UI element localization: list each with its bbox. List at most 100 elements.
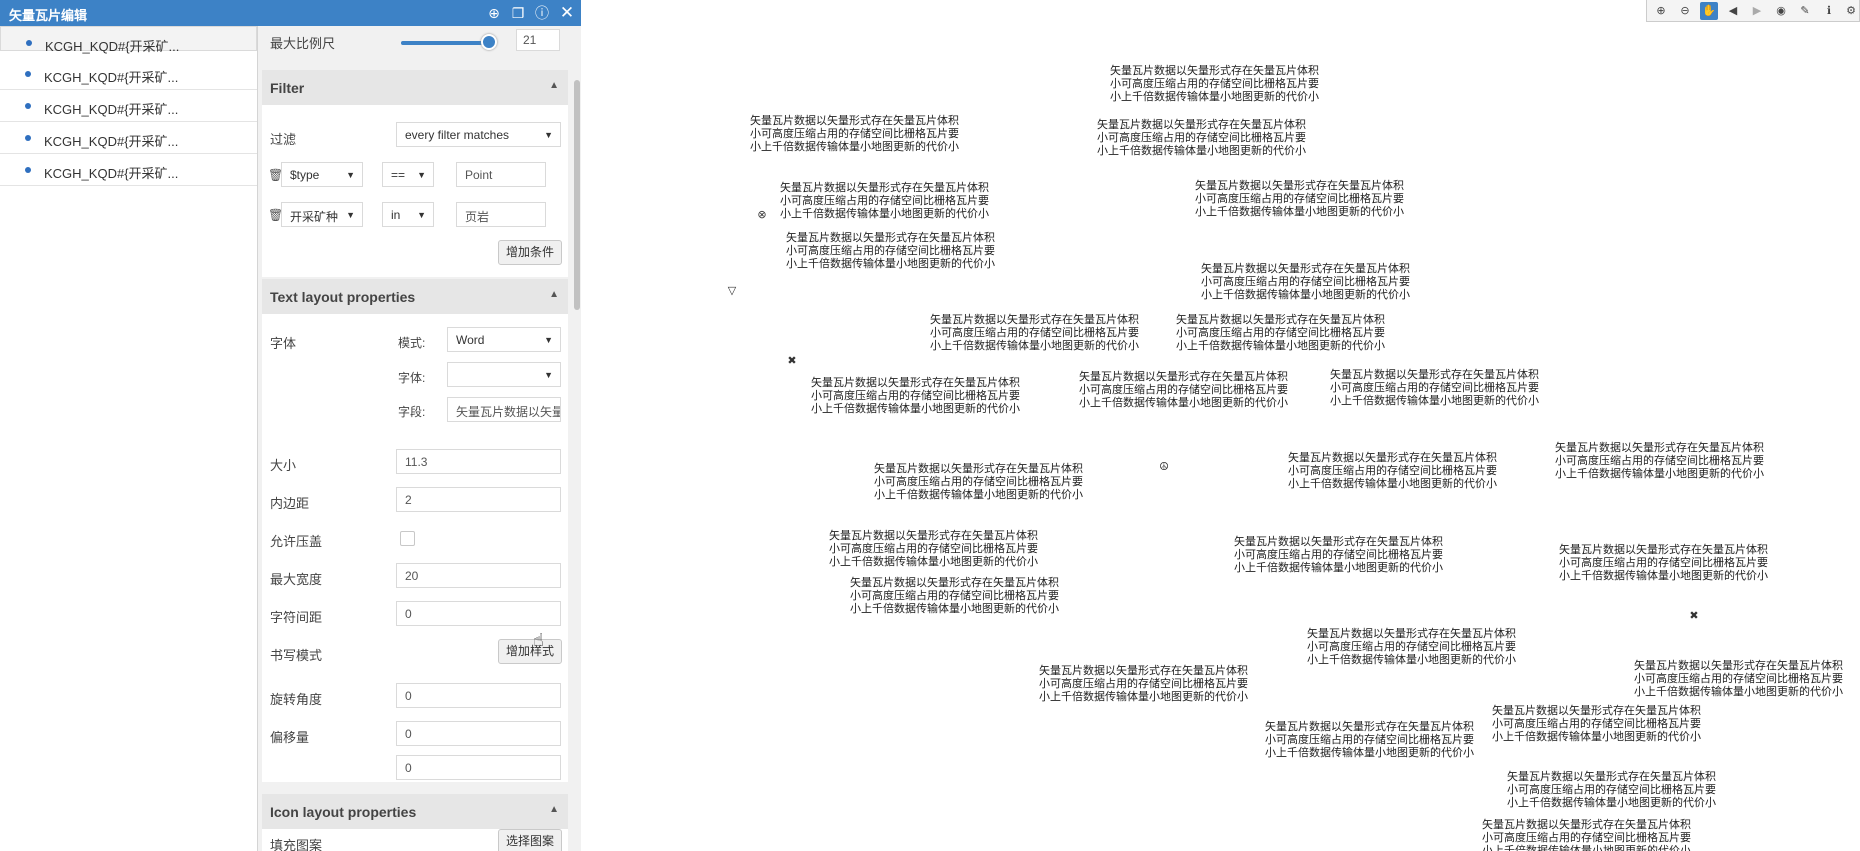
text-layout-section-body: 字体 模式: Word ▼ 字体: ▼ 字段: 矢量瓦片数据以矢量形 大小 11.… <box>262 314 568 782</box>
map-text-label-line: 小上千倍数据传输体量小地图更新的代价小 <box>1307 653 1516 666</box>
map-text-label-line: 小上千倍数据传输体量小地图更新的代价小 <box>811 402 1020 415</box>
map-text-label: 矢量瓦片数据以矢量形式存在矢量瓦片体积 小可高度压缩占用的存储空间比栅格瓦片要 小上… <box>1634 659 1843 698</box>
info-icon[interactable]: ⓘ <box>533 4 551 22</box>
font-mode-value: Word <box>456 333 485 347</box>
layer-item[interactable]: KCGH_KQD#{开采矿... <box>0 154 257 186</box>
map-text-label-line: 小可高度压缩占用的存储空间比栅格瓦片要 <box>930 326 1139 339</box>
add-condition-button[interactable]: 增加条件 <box>498 240 562 265</box>
info-icon[interactable]: ℹ <box>1820 2 1838 20</box>
map-text-label-line: 小可高度压缩占用的存储空间比栅格瓦片要 <box>1330 381 1539 394</box>
back-icon[interactable]: ◀ <box>1724 2 1742 20</box>
font-mode-select[interactable]: Word ▼ <box>447 327 561 352</box>
map-canvas[interactable]: ⊕ ⊖ ✋ ◀ ▶ ◉ ✎ ℹ ⚙ 矢量瓦片数据以矢量形式存在矢量瓦片体积 小可高… <box>582 0 1860 851</box>
zoom-out-icon[interactable]: ⊖ <box>1676 2 1694 20</box>
icon-layout-section-header[interactable]: Icon layout properties ▲ <box>262 794 568 829</box>
settings-icon[interactable]: ⚙ <box>1842 2 1860 20</box>
map-text-label: 矢量瓦片数据以矢量形式存在矢量瓦片体积 小可高度压缩占用的存储空间比栅格瓦片要 小上… <box>1195 179 1404 218</box>
map-text-label: 矢量瓦片数据以矢量形式存在矢量瓦片体积 小可高度压缩占用的存储空间比栅格瓦片要 小上… <box>1265 720 1474 759</box>
filter-label: 过滤 <box>270 132 297 147</box>
map-text-label-line: 小上千倍数据传输体量小地图更新的代价小 <box>1507 796 1716 809</box>
layer-item[interactable]: KCGH_KQD#{开采矿... <box>0 122 257 154</box>
map-text-label: 矢量瓦片数据以矢量形式存在矢量瓦片体积 小可高度压缩占用的存储空间比栅格瓦片要 小上… <box>1097 118 1306 157</box>
padding-input[interactable]: 2 <box>396 487 561 512</box>
max-scale-slider-handle[interactable] <box>481 34 497 50</box>
panel-titlebar: 矢量瓦片编辑 ⊕ ❐ ⓘ ✕ <box>0 0 581 26</box>
condition-operator-select[interactable]: == ▼ <box>382 162 434 187</box>
max-width-input[interactable]: 20 <box>396 563 561 588</box>
map-text-label-line: 小上千倍数据传输体量小地图更新的代价小 <box>1201 288 1410 301</box>
text-layout-section-header[interactable]: Text layout properties ▲ <box>262 279 568 314</box>
map-text-label-line: 矢量瓦片数据以矢量形式存在矢量瓦片体积 <box>786 231 995 244</box>
layer-label: KCGH_KQD#{开采矿... <box>44 102 179 117</box>
offset-x-input[interactable]: 0 <box>396 721 561 746</box>
zoom-in-icon[interactable]: ⊕ <box>1652 2 1670 20</box>
map-text-label-line: 小上千倍数据传输体量小地图更新的代价小 <box>850 602 1059 615</box>
map-text-label: 矢量瓦片数据以矢量形式存在矢量瓦片体积 小可高度压缩占用的存储空间比栅格瓦片要 小上… <box>1330 368 1539 407</box>
choose-pattern-button[interactable]: 选择图案 <box>498 829 562 851</box>
map-text-label-line: 小上千倍数据传输体量小地图更新的代价小 <box>1330 394 1539 407</box>
letter-spacing-input[interactable]: 0 <box>396 601 561 626</box>
map-text-label-line: 矢量瓦片数据以矢量形式存在矢量瓦片体积 <box>1110 64 1319 77</box>
panel-scrollbar-thumb[interactable] <box>574 80 580 310</box>
filter-mode-select[interactable]: every filter matches ▼ <box>396 122 561 147</box>
map-point-symbol-icon: ▽ <box>727 285 737 297</box>
chevron-down-icon: ▼ <box>544 130 553 140</box>
pan-hand-icon[interactable]: ✋ <box>1700 2 1718 20</box>
forward-icon[interactable]: ▶ <box>1748 2 1766 20</box>
size-label: 大小 <box>270 458 297 473</box>
map-text-label-line: 矢量瓦片数据以矢量形式存在矢量瓦片体积 <box>829 529 1038 542</box>
map-text-label-line: 小可高度压缩占用的存储空间比栅格瓦片要 <box>750 127 959 140</box>
writing-mode-label: 书写模式 <box>270 648 323 663</box>
chevron-down-icon: ▼ <box>346 170 355 180</box>
font-family-select[interactable]: ▼ <box>447 362 561 387</box>
layer-item[interactable]: KCGH_KQD#{开采矿... <box>0 26 257 54</box>
map-text-label-line: 小可高度压缩占用的存储空间比栅格瓦片要 <box>1201 275 1410 288</box>
condition-operator-select[interactable]: in ▼ <box>382 202 434 227</box>
filter-header-title: Filter <box>270 80 305 96</box>
map-text-label-line: 矢量瓦片数据以矢量形式存在矢量瓦片体积 <box>930 313 1139 326</box>
map-text-label-line: 矢量瓦片数据以矢量形式存在矢量瓦片体积 <box>1195 179 1404 192</box>
layer-item[interactable]: KCGH_KQD#{开采矿... <box>0 90 257 122</box>
windows-icon[interactable]: ❐ <box>509 4 527 22</box>
condition-value-input[interactable]: Point <box>456 162 546 187</box>
rotate-input[interactable]: 0 <box>396 683 561 708</box>
condition-field-value: 开采矿种 <box>290 210 339 224</box>
condition-field-select[interactable]: 开采矿种 ▼ <box>281 202 363 227</box>
map-text-label-line: 小上千倍数据传输体量小地图更新的代价小 <box>874 488 1083 501</box>
map-text-label-line: 矢量瓦片数据以矢量形式存在矢量瓦片体积 <box>1097 118 1306 131</box>
map-text-label: 矢量瓦片数据以矢量形式存在矢量瓦片体积 小可高度压缩占用的存储空间比栅格瓦片要 小上… <box>780 181 989 220</box>
add-style-button[interactable]: 增加样式 <box>498 639 562 664</box>
map-text-label-line: 小上千倍数据传输体量小地图更新的代价小 <box>786 257 995 270</box>
map-text-label-line: 小上千倍数据传输体量小地图更新的代价小 <box>1176 339 1385 352</box>
map-text-label-line: 矢量瓦片数据以矢量形式存在矢量瓦片体积 <box>1234 535 1443 548</box>
globe-icon[interactable]: ◉ <box>1772 2 1790 20</box>
field-input[interactable]: 矢量瓦片数据以矢量形 <box>447 397 561 422</box>
map-text-label: 矢量瓦片数据以矢量形式存在矢量瓦片体积 小可高度压缩占用的存储空间比栅格瓦片要 小上… <box>930 313 1139 352</box>
condition-field-select[interactable]: $type ▼ <box>281 162 363 187</box>
size-input[interactable]: 11.3 <box>396 449 561 474</box>
condition-operator-value: in <box>391 208 401 222</box>
map-text-label-line: 小上千倍数据传输体量小地图更新的代价小 <box>780 207 989 220</box>
offset-y-input[interactable]: 0 <box>396 755 561 780</box>
map-text-label-line: 矢量瓦片数据以矢量形式存在矢量瓦片体积 <box>1307 627 1516 640</box>
filter-section-header[interactable]: Filter ▲ <box>262 70 568 105</box>
close-icon[interactable]: ✕ <box>558 4 576 22</box>
field-label: 字段: <box>398 405 426 419</box>
max-scale-slider[interactable] <box>401 41 491 45</box>
map-text-label-line: 矢量瓦片数据以矢量形式存在矢量瓦片体积 <box>1201 262 1410 275</box>
map-text-label: 矢量瓦片数据以矢量形式存在矢量瓦片体积 小可高度压缩占用的存储空间比栅格瓦片要 小上… <box>811 376 1020 415</box>
map-text-label-line: 小可高度压缩占用的存储空间比栅格瓦片要 <box>1234 548 1443 561</box>
map-text-label-line: 矢量瓦片数据以矢量形式存在矢量瓦片体积 <box>1482 818 1691 831</box>
max-scale-input[interactable]: 21 <box>516 29 560 51</box>
brush-icon[interactable]: ✎ <box>1796 2 1814 20</box>
vector-tile-editor-panel: 矢量瓦片编辑 ⊕ ❐ ⓘ ✕ KCGH_KQD#{开采矿... KCGH_KQD… <box>0 0 581 851</box>
map-text-label: 矢量瓦片数据以矢量形式存在矢量瓦片体积 小可高度压缩占用的存储空间比栅格瓦片要 小上… <box>1288 451 1497 490</box>
condition-value-input[interactable]: 页岩 <box>456 202 546 227</box>
layer-item[interactable]: KCGH_KQD#{开采矿... <box>0 58 257 90</box>
globe-icon[interactable]: ⊕ <box>485 4 503 22</box>
filter-section-body: 过滤 every filter matches ▼ 🗑 $type ▼ == ▼ Po… <box>262 105 568 277</box>
map-point-symbol-icon: ✖ <box>787 355 797 367</box>
font-label: 字体 <box>270 336 297 351</box>
allow-overlap-checkbox[interactable] <box>400 531 415 546</box>
map-toolbar: ⊕ ⊖ ✋ ◀ ▶ ◉ ✎ ℹ ⚙ <box>1646 0 1860 22</box>
